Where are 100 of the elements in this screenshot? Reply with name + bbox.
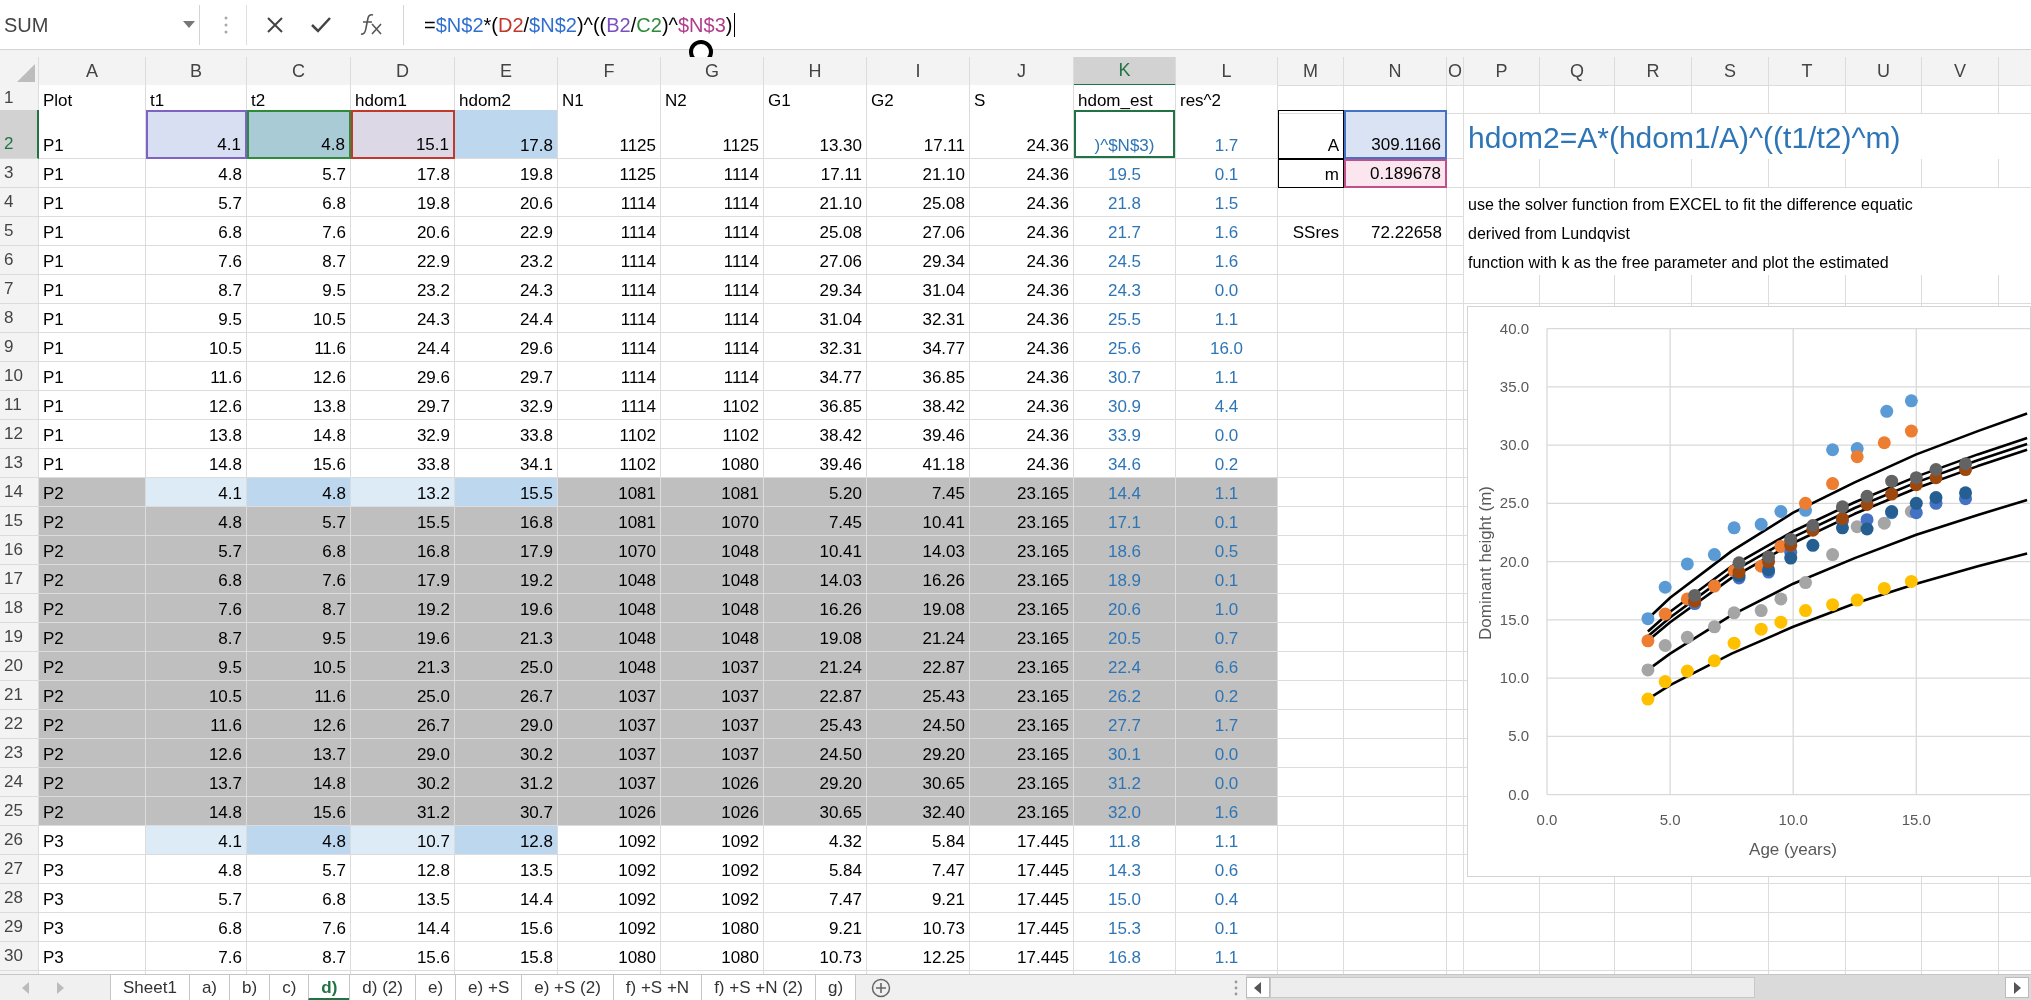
row-header[interactable]: 30 <box>0 942 39 971</box>
data-point <box>1904 574 1918 588</box>
sheet-tab[interactable]: f) +S +N <box>612 975 702 1000</box>
table-cell: 10.73 <box>764 942 867 971</box>
row-header[interactable]: 12 <box>0 420 39 449</box>
scroll-right-icon[interactable] <box>2013 981 2021 994</box>
row-header[interactable]: 10 <box>0 362 39 391</box>
empty-cell <box>1447 478 1464 507</box>
table-cell: 1.0 <box>1176 594 1278 623</box>
table-cell: 1037 <box>661 652 764 681</box>
row-header[interactable]: 19 <box>0 623 39 652</box>
table-cell: 0.0 <box>1176 768 1278 797</box>
column-header[interactable]: N <box>1344 57 1447 86</box>
table-cell: P2 <box>39 768 146 797</box>
sheet-tab[interactable]: e) +S <box>455 975 522 1000</box>
data-point <box>1860 522 1874 536</box>
row-header[interactable]: 18 <box>0 594 39 623</box>
table-cell: 15.6 <box>455 913 558 942</box>
table-cell: 25.6 <box>1074 333 1176 362</box>
table-cell: 33.8 <box>455 420 558 449</box>
sheet-tab[interactable]: g) <box>814 975 856 1000</box>
row-header[interactable]: 23 <box>0 739 39 768</box>
horizontal-scrollbar[interactable] <box>1246 975 2031 1000</box>
table-cell: 31.2 <box>455 768 558 797</box>
row-header[interactable]: 2 <box>0 110 39 159</box>
row-header[interactable]: 15 <box>0 507 39 536</box>
scroll-left-icon[interactable] <box>1254 981 1262 994</box>
sheet-tab[interactable]: d) (2) <box>349 975 415 1000</box>
table-cell: 0.2 <box>1176 681 1278 710</box>
scrollbar-thumb[interactable] <box>1270 977 1755 998</box>
column-header[interactable]: T <box>1769 57 1846 86</box>
table-cell: P3 <box>39 826 146 855</box>
column-header[interactable]: U <box>1846 57 1922 86</box>
data-point <box>1641 612 1655 626</box>
row-header[interactable]: 6 <box>0 246 39 275</box>
row-header[interactable]: 9 <box>0 333 39 362</box>
row-header[interactable]: 22 <box>0 710 39 739</box>
row-header[interactable]: 16 <box>0 536 39 565</box>
sheet-tab[interactable]: Sheet1 <box>110 975 189 1000</box>
data-point <box>1909 471 1923 485</box>
data-point <box>1806 519 1820 532</box>
sheet-tab[interactable]: b) <box>229 975 270 1000</box>
column-header[interactable]: Q <box>1540 57 1615 86</box>
data-point <box>1707 579 1721 593</box>
table-cell: 0.7 <box>1176 623 1278 652</box>
column-header[interactable]: O <box>1447 57 1464 86</box>
table-cell: 1102 <box>661 420 764 449</box>
name-box[interactable]: SUM <box>0 4 200 45</box>
data-point <box>1877 436 1891 450</box>
dropdown-caret-icon[interactable] <box>183 20 195 29</box>
grip-icon <box>1234 979 1238 996</box>
table-cell: P1 <box>39 275 146 304</box>
table-cell: 25.43 <box>764 710 867 739</box>
row-header[interactable]: 21 <box>0 681 39 710</box>
sheet-tab[interactable]: e) +S (2) <box>521 975 613 1000</box>
close-icon[interactable] <box>267 16 283 33</box>
row-header[interactable]: 8 <box>0 304 39 333</box>
row-header[interactable]: 4 <box>0 188 39 217</box>
function-icon[interactable] <box>359 13 383 36</box>
column-header[interactable]: S <box>1692 57 1769 86</box>
sheet-tab[interactable]: d) <box>308 975 350 1000</box>
row-header[interactable]: 20 <box>0 652 39 681</box>
empty-cell <box>1447 449 1464 478</box>
row-header[interactable]: 7 <box>0 275 39 304</box>
data-point <box>1835 512 1849 525</box>
row-header[interactable]: 27 <box>0 855 39 884</box>
column-header[interactable]: R <box>1615 57 1692 86</box>
row-header[interactable]: 24 <box>0 768 39 797</box>
table-cell: 6.6 <box>1176 652 1278 681</box>
row-header[interactable]: 26 <box>0 826 39 855</box>
sheet-tab[interactable]: e) <box>415 975 456 1000</box>
table-cell: 0.1 <box>1176 507 1278 536</box>
sheet-tab[interactable]: a) <box>188 975 229 1000</box>
data-point <box>1799 604 1812 618</box>
add-sheet-icon[interactable] <box>870 977 891 998</box>
checkmark-icon[interactable] <box>311 16 331 33</box>
row-header[interactable]: 28 <box>0 884 39 913</box>
column-header[interactable]: P <box>1464 57 1540 86</box>
row-header[interactable]: 14 <box>0 478 39 507</box>
table-cell: 7.6 <box>146 942 247 971</box>
row-header[interactable]: 5 <box>0 217 39 246</box>
column-header[interactable]: V <box>1922 57 1999 86</box>
table-cell: 1114 <box>661 333 764 362</box>
data-point <box>1835 500 1849 514</box>
column-header[interactable]: K <box>1074 57 1176 86</box>
sheet-tab[interactable]: f) +S +N (2) <box>701 975 815 1000</box>
column-header[interactable]: M <box>1278 57 1344 86</box>
row-header[interactable]: 17 <box>0 565 39 594</box>
data-point <box>1885 474 1899 488</box>
row-header[interactable]: 25 <box>0 797 39 826</box>
table-cell: 17.11 <box>867 110 970 159</box>
row-header[interactable]: 11 <box>0 391 39 420</box>
row-header[interactable]: 29 <box>0 913 39 942</box>
table-cell: 9.21 <box>867 884 970 913</box>
table-cell: 0.1 <box>1176 913 1278 942</box>
data-point <box>1707 654 1721 668</box>
table-cell: 1114 <box>558 275 661 304</box>
sheet-tab[interactable]: c) <box>269 975 309 1000</box>
row-header[interactable]: 13 <box>0 449 39 478</box>
row-header[interactable]: 3 <box>0 159 39 188</box>
